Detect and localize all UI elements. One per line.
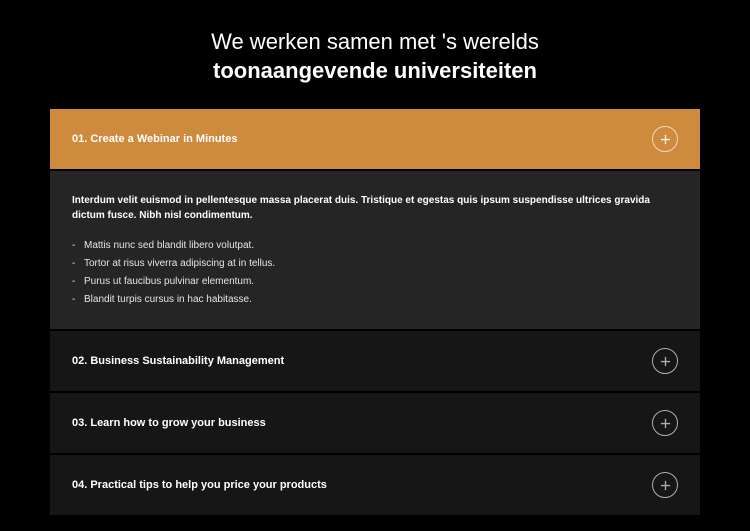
content-list: Mattis nunc sed blandit libero volutpat.… [72, 237, 678, 309]
content-intro: Interdum velit euismod in pellentesque m… [72, 193, 678, 223]
accordion-item-2-header[interactable]: 02. Business Sustainability Management [50, 331, 700, 391]
accordion-item-4-title: 04. Practical tips to help you price you… [72, 479, 327, 491]
plus-icon [652, 348, 678, 374]
plus-icon [652, 472, 678, 498]
accordion-item-2-title: 02. Business Sustainability Management [72, 355, 284, 367]
accordion-item-3-title: 03. Learn how to grow your business [72, 417, 266, 429]
plus-icon [652, 126, 678, 152]
plus-icon [652, 410, 678, 436]
accordion-item-4-header[interactable]: 04. Practical tips to help you price you… [50, 455, 700, 515]
list-item: Mattis nunc sed blandit libero volutpat. [72, 237, 678, 255]
accordion-item-1-content: Interdum velit euismod in pellentesque m… [50, 171, 700, 329]
accordion-item-1-title: 01. Create a Webinar in Minutes [72, 133, 237, 145]
list-item: Blandit turpis cursus in hac habitasse. [72, 291, 678, 309]
list-item: Tortor at risus viverra adipiscing at in… [72, 255, 678, 273]
accordion: 01. Create a Webinar in Minutes Interdum… [50, 109, 700, 515]
page-heading: We werken samen met 's werelds toonaange… [50, 28, 700, 85]
heading-line-1: We werken samen met 's werelds [50, 28, 700, 57]
accordion-item-1-header[interactable]: 01. Create a Webinar in Minutes [50, 109, 700, 169]
heading-line-2: toonaangevende universiteiten [50, 57, 700, 86]
accordion-item-3-header[interactable]: 03. Learn how to grow your business [50, 393, 700, 453]
list-item: Purus ut faucibus pulvinar elementum. [72, 273, 678, 291]
